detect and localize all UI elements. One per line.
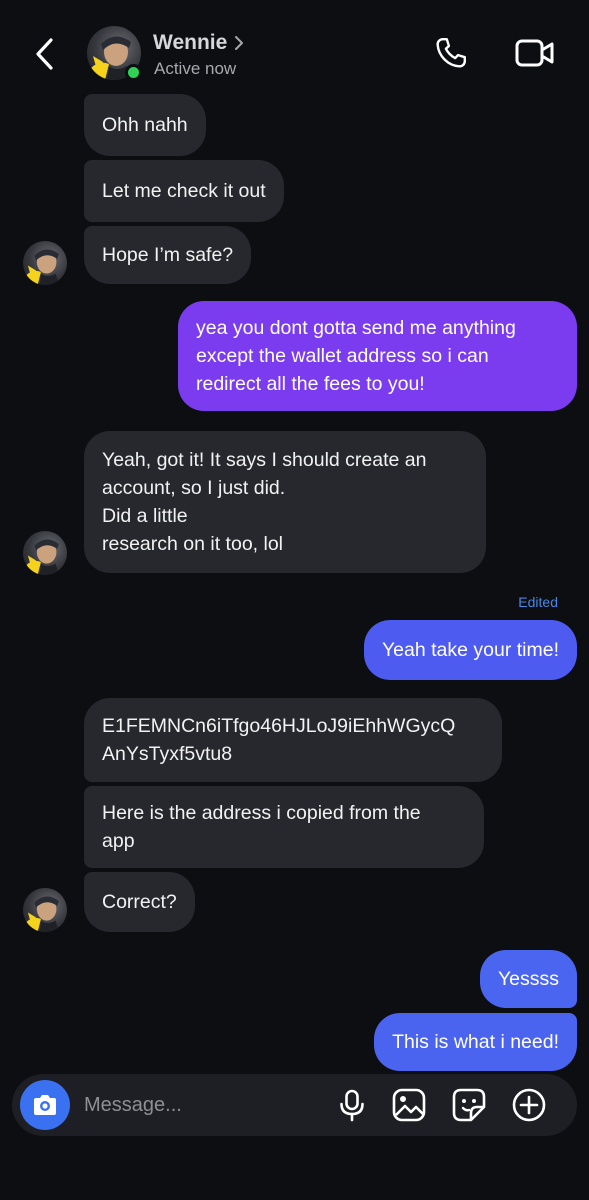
- message-composer: [12, 1074, 577, 1136]
- message-incoming[interactable]: Hope I’m safe?: [84, 226, 252, 284]
- voice-message-button[interactable]: [334, 1087, 370, 1123]
- microphone-icon: [340, 1089, 364, 1122]
- message-incoming[interactable]: Ohh nahh: [84, 94, 206, 156]
- message-outgoing[interactable]: Yeah take your time!: [363, 620, 577, 680]
- avatar-image: [24, 539, 59, 575]
- plus-icon: [512, 1088, 546, 1122]
- phone-icon: [436, 38, 466, 68]
- online-status-indicator: [125, 64, 142, 81]
- image-icon: [392, 1088, 426, 1122]
- message-incoming[interactable]: Correct?: [84, 872, 195, 932]
- message-input[interactable]: [84, 1088, 314, 1122]
- edited-label: Edited: [518, 594, 558, 610]
- voice-call-button[interactable]: [433, 35, 469, 71]
- contact-avatar-small[interactable]: [23, 531, 67, 575]
- camera-button[interactable]: [20, 1080, 70, 1130]
- contact-avatar-small[interactable]: [23, 888, 67, 932]
- avatar-image: [24, 896, 59, 932]
- video-call-button[interactable]: [514, 36, 556, 70]
- message-incoming[interactable]: Let me check it out: [84, 160, 284, 222]
- sticker-icon: [452, 1088, 486, 1122]
- message-outgoing[interactable]: yea you dont gotta send me anything exce…: [178, 301, 577, 411]
- avatar-image: [24, 249, 59, 285]
- message-outgoing[interactable]: Yessss: [479, 950, 577, 1008]
- chevron-right-icon: [235, 36, 244, 50]
- contact-name: Wennie: [153, 31, 228, 54]
- sticker-button[interactable]: [451, 1087, 487, 1123]
- contact-name-link[interactable]: Wennie: [153, 31, 245, 55]
- video-camera-icon: [515, 39, 554, 67]
- contact-avatar-small[interactable]: [23, 241, 67, 285]
- back-button[interactable]: [30, 34, 64, 74]
- contact-avatar[interactable]: [87, 26, 142, 81]
- contact-status: Active now: [154, 59, 237, 78]
- chat-header: Wennie Active now: [0, 0, 589, 105]
- message-incoming[interactable]: E1FEMNCn6iTfgo46HJLoJ9iEhhWGycQ AnYsTyxf…: [84, 698, 502, 782]
- message-outgoing[interactable]: This is what i need!: [374, 1013, 577, 1071]
- camera-icon: [34, 1095, 56, 1115]
- more-options-button[interactable]: [511, 1087, 547, 1123]
- back-chevron-icon: [36, 38, 53, 70]
- message-incoming[interactable]: Here is the address i copied from the ap…: [84, 786, 484, 868]
- message-incoming[interactable]: Yeah, got it! It says I should create an…: [84, 431, 486, 573]
- gallery-button[interactable]: [391, 1087, 427, 1123]
